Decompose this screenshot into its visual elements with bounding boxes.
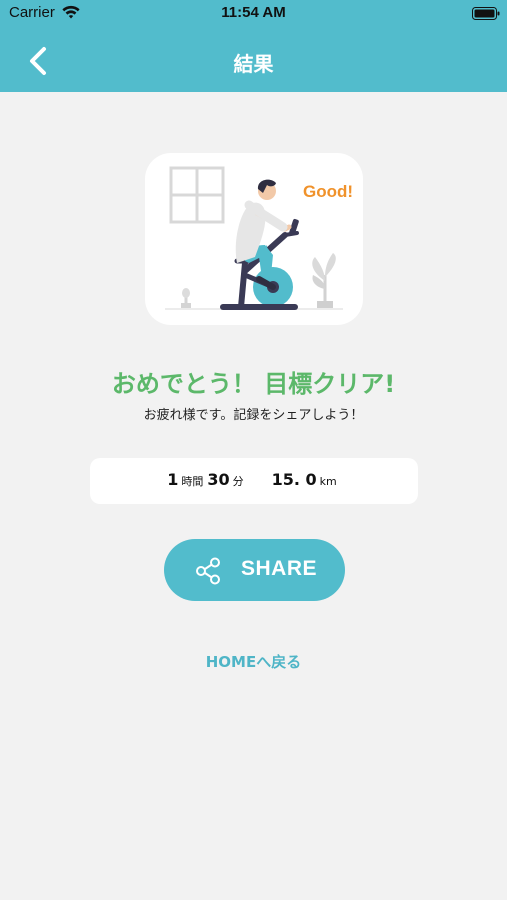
result-screen: Carrier 11:54 AM 結果 Good! おめでとう！ 目標クリア! … — [0, 0, 507, 900]
status-bar: Carrier 11:54 AM — [0, 0, 507, 30]
hours-value: 1 — [167, 470, 179, 489]
stats-row: 1 時間 30 分 15. 0 km — [90, 470, 418, 489]
success-message: お疲れ様です。記録をシェアしよう！ — [143, 408, 364, 423]
stats-card: 1 時間 30 分 15. 0 km — [90, 458, 418, 504]
clock: 11:54 AM — [221, 4, 286, 21]
good-badge: Good! — [303, 182, 353, 201]
small-plant-graphic — [181, 288, 191, 308]
hours-unit: 時間 — [181, 475, 204, 488]
share-button[interactable]: SHARE — [164, 539, 345, 601]
nav-bar: 結果 — [0, 30, 507, 92]
share-label: SHARE — [241, 557, 318, 580]
exercise-bike-illustration: Good! — [165, 166, 353, 310]
illustration-card: Good! — [145, 153, 363, 325]
header: Carrier 11:54 AM 結果 — [0, 0, 507, 92]
share-icon — [196, 557, 220, 585]
minutes-unit: 分 — [232, 475, 244, 488]
success-headline: おめでとう！ 目標クリア! — [111, 370, 396, 398]
distance-unit: km — [319, 475, 337, 488]
page-title: 結果 — [233, 52, 274, 76]
distance-value: 15. 0 — [271, 470, 317, 489]
plant-graphic — [312, 253, 336, 308]
chevron-left-icon — [30, 47, 46, 75]
minutes-value: 30 — [207, 470, 230, 489]
window-graphic — [169, 166, 225, 224]
back-button[interactable] — [22, 44, 56, 78]
battery-icon — [472, 7, 500, 20]
home-link[interactable]: HOMEへ戻る — [0, 651, 507, 672]
